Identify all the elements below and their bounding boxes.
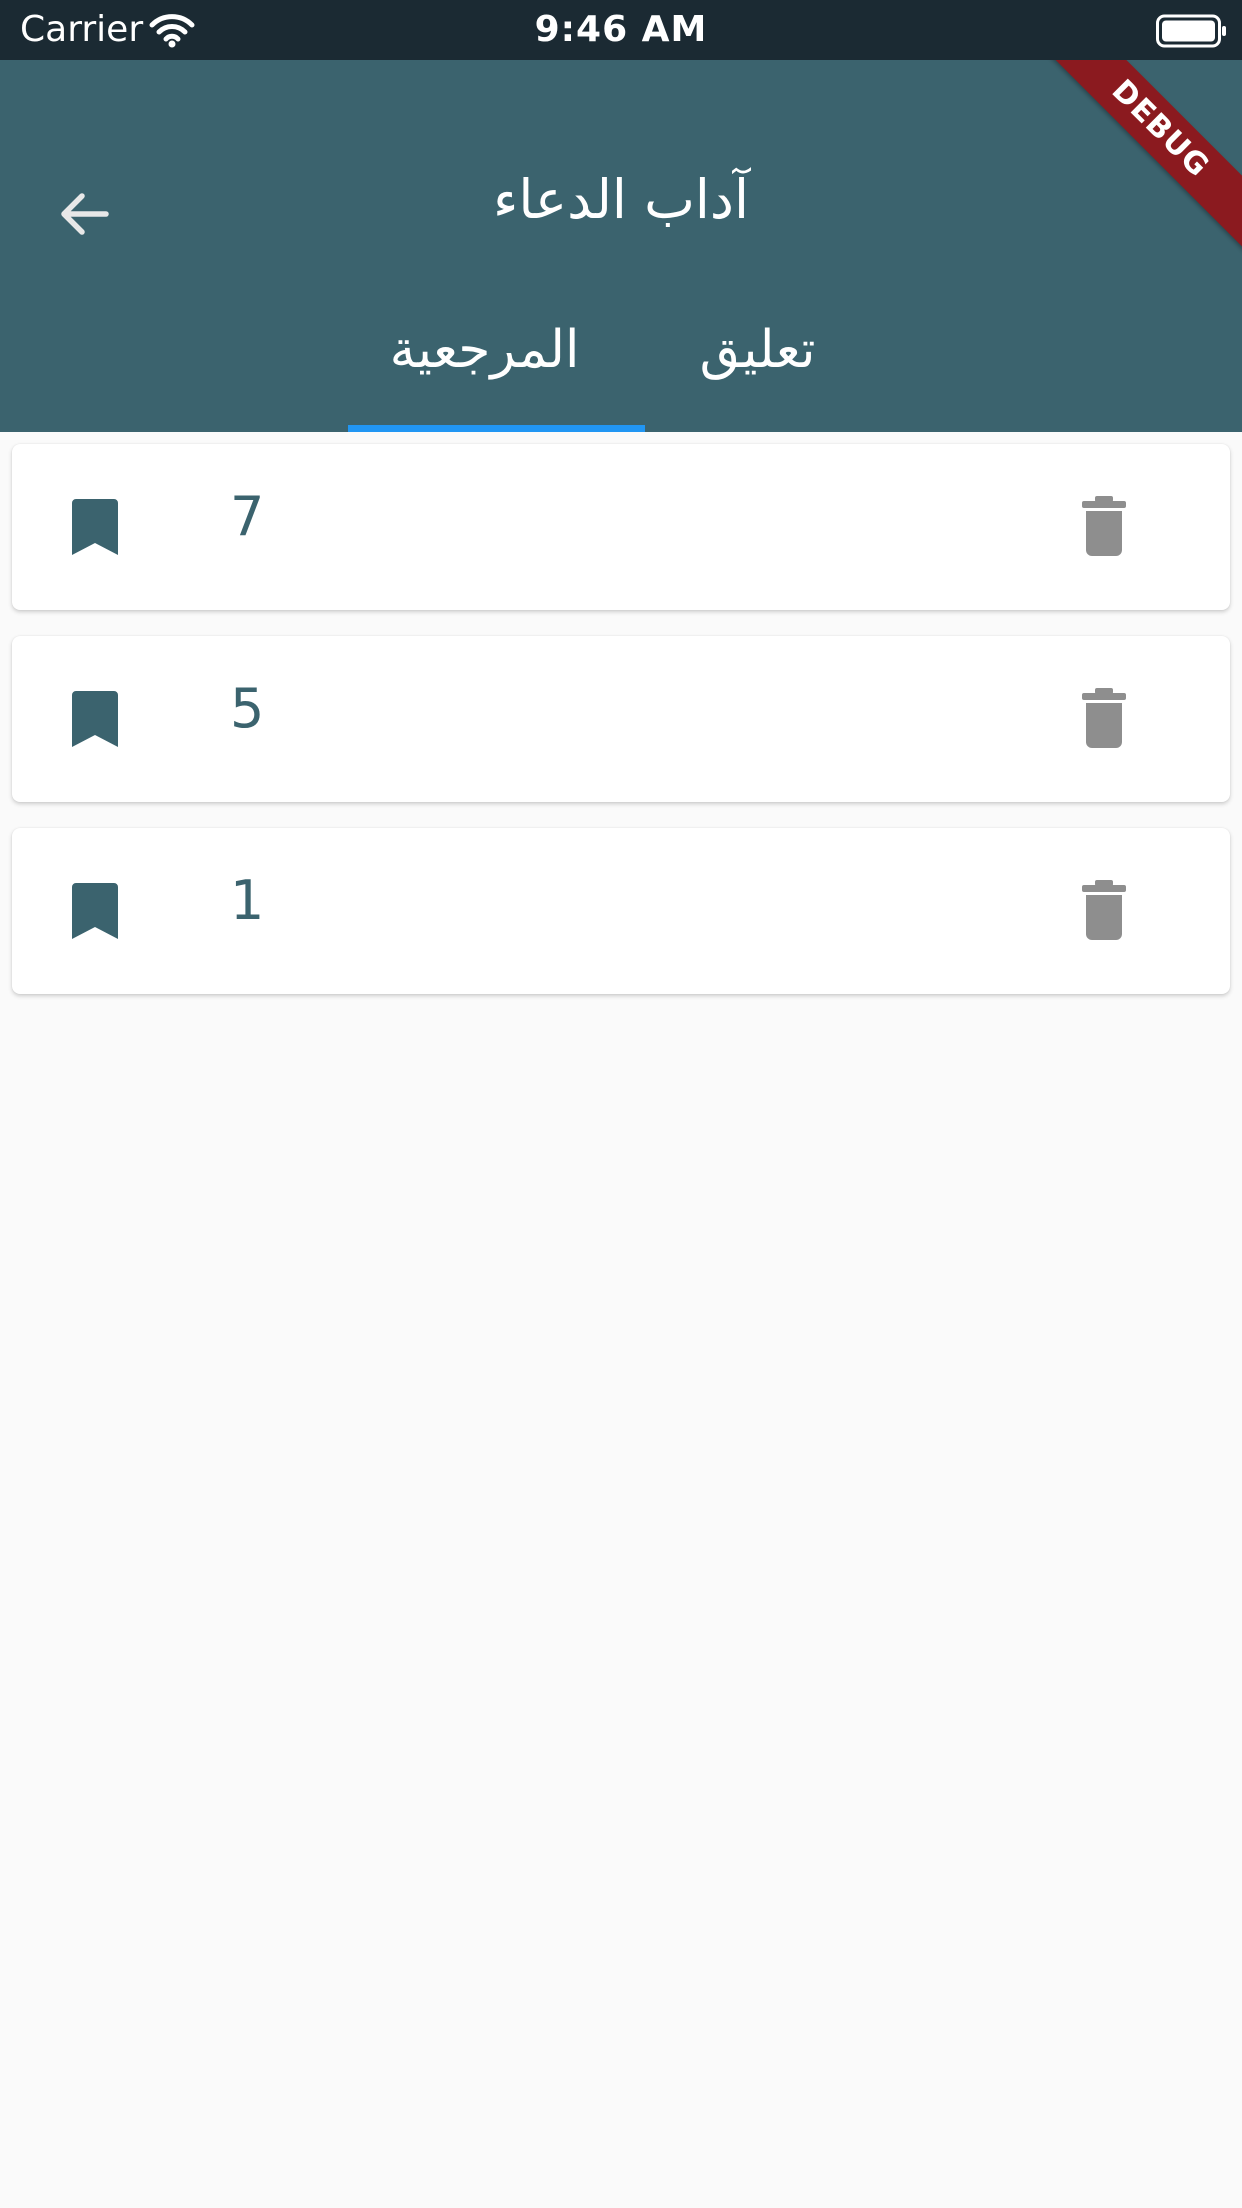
bookmark-number: 5: [230, 677, 265, 740]
bookmark-list: 7 5 1: [12, 444, 1230, 1020]
tab-indicator: [348, 425, 645, 432]
tab-bookmarks[interactable]: المرجعية: [348, 310, 621, 432]
list-item[interactable]: 1: [12, 828, 1230, 994]
battery-icon: [1156, 14, 1226, 48]
bookmark-number: 1: [230, 869, 265, 932]
delete-button[interactable]: [1080, 880, 1128, 940]
app-bar: آداب الدعاء تعليق المرجعية DEBUG: [0, 60, 1242, 432]
tab-comment-label: تعليق: [699, 320, 816, 380]
list-item[interactable]: 5: [12, 636, 1230, 802]
delete-button[interactable]: [1080, 688, 1128, 748]
tab-bar: تعليق المرجعية: [348, 310, 894, 432]
status-bar: Carrier 9:46 AM: [0, 0, 1242, 60]
bookmark-icon: [72, 691, 118, 747]
delete-button[interactable]: [1080, 496, 1128, 556]
list-item[interactable]: 7: [12, 444, 1230, 610]
page-title: آداب الدعاء: [493, 168, 749, 231]
bookmark-icon: [72, 499, 118, 555]
tab-comment[interactable]: تعليق: [621, 310, 894, 432]
trash-icon: [1082, 496, 1126, 556]
trash-icon: [1082, 880, 1126, 940]
tab-bookmarks-label: المرجعية: [389, 320, 580, 380]
bookmark-icon: [72, 883, 118, 939]
clock-time: 9:46 AM: [534, 9, 708, 50]
bookmark-number: 7: [230, 485, 265, 548]
trash-icon: [1082, 688, 1126, 748]
